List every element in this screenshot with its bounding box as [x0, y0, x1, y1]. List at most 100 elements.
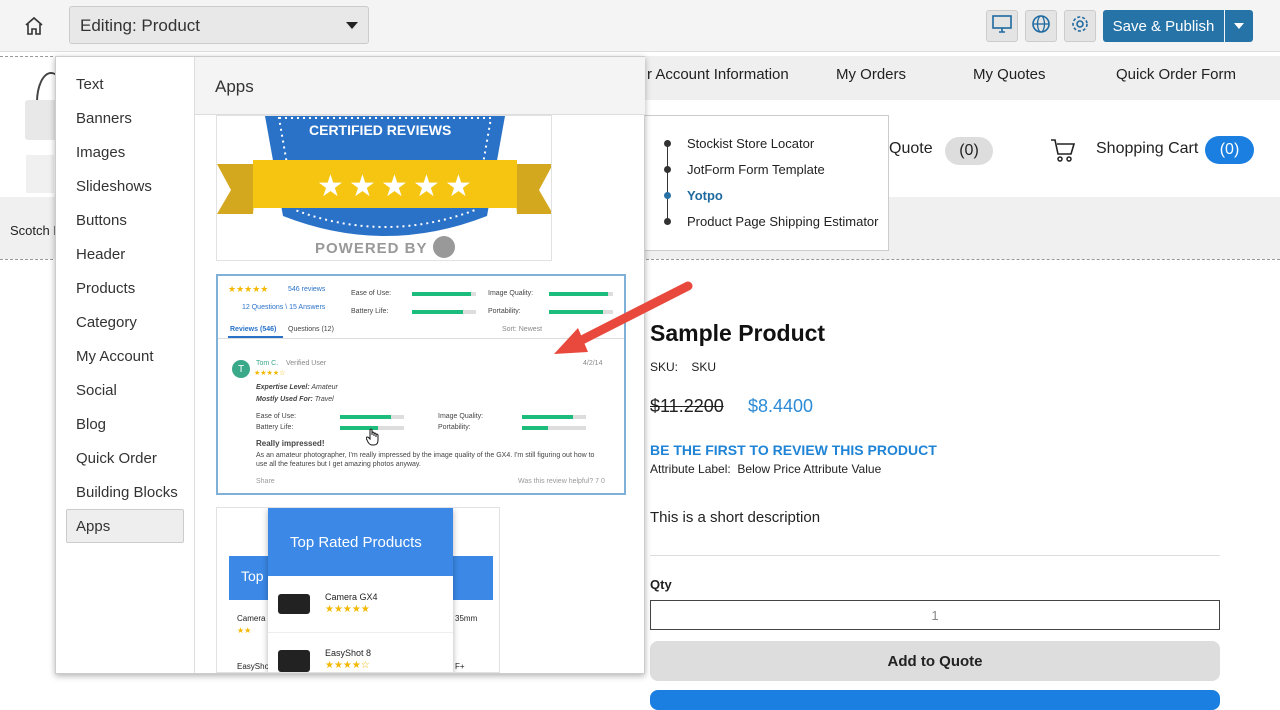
sort-value: Newest — [518, 326, 543, 333]
review-image-quality-label: Image Quality: — [438, 413, 484, 420]
review-ease-label: Ease of Use: — [256, 413, 297, 420]
desktop-view-button[interactable] — [986, 10, 1018, 42]
add-block-button[interactable] — [25, 100, 57, 140]
category-banners[interactable]: Banners — [76, 110, 132, 127]
tab-reviews-label: Reviews — [230, 326, 259, 333]
used-value: Travel — [314, 396, 334, 403]
verified-label: Verified User — [286, 360, 327, 367]
review-body: As an amateur photographer, I'm really i… — [256, 452, 595, 468]
nav-my-orders[interactable]: My Orders — [836, 66, 906, 83]
product-rating: ★★★★★ — [325, 604, 370, 615]
helpful-row: Was this review helpful? 7 0 — [518, 478, 605, 485]
chevron-down-icon — [1234, 23, 1244, 29]
rating-bar — [412, 310, 476, 314]
svg-text:★: ★ — [317, 169, 344, 204]
timeline-dot-active — [664, 192, 671, 199]
helpful-label: Was this review helpful? — [518, 478, 594, 485]
category-text[interactable]: Text — [76, 76, 104, 93]
language-button[interactable] — [1025, 10, 1057, 42]
attribute-row: Attribute Label: Below Price Attribute V… — [650, 462, 881, 476]
timeline-line — [667, 144, 668, 224]
top-rated-title: Top Rated Products — [290, 534, 422, 551]
apps-header: Apps — [195, 57, 645, 115]
attribute-label: Attribute Label: — [650, 462, 731, 476]
category-blog[interactable]: Blog — [76, 416, 106, 433]
category-slideshows[interactable]: Slideshows — [76, 178, 152, 195]
editing-select-label: Editing: Product — [80, 16, 201, 35]
submenu-item-jotform[interactable]: JotForm Form Template — [687, 162, 825, 177]
globe-icon — [1031, 14, 1051, 39]
top-rated-front: Top Rated Products Camera GX4 ★★★★★ Easy… — [268, 508, 453, 672]
divider — [268, 632, 453, 633]
nav-my-quotes[interactable]: My Quotes — [973, 66, 1046, 83]
save-options-button[interactable] — [1225, 10, 1253, 42]
editor-toolbar: Editing: Product Save & Publish — [0, 0, 1280, 52]
nav-account-information[interactable]: r Account Information — [647, 66, 789, 83]
shopping-cart-label[interactable]: Shopping Cart — [1096, 140, 1198, 158]
helpful-yes-count: 7 — [595, 478, 600, 485]
category-buttons[interactable]: Buttons — [76, 212, 127, 229]
review-count: 546 reviews — [288, 286, 326, 293]
category-my-account[interactable]: My Account — [76, 348, 154, 365]
sort-label: Sort: — [502, 326, 517, 333]
sku-value: SKU — [691, 360, 717, 374]
category-images[interactable]: Images — [76, 144, 125, 161]
category-apps[interactable]: Apps — [76, 518, 110, 535]
share-link: Share — [256, 478, 275, 485]
nav-quick-order-form[interactable]: Quick Order Form — [1116, 66, 1236, 83]
submenu-item-stockist[interactable]: Stockist Store Locator — [687, 136, 814, 151]
sale-price: $8.4400 — [748, 396, 814, 416]
add-to-quote-button[interactable]: Add to Quote — [650, 641, 1220, 681]
gear-icon — [1070, 14, 1090, 39]
qty-input[interactable]: 1 — [650, 600, 1220, 630]
product-rating: ★★★★☆ — [325, 660, 370, 671]
powered-by-text: POWERED BY — [315, 240, 428, 257]
rating-bar — [522, 426, 586, 430]
review-battery-label: Battery Life: — [256, 424, 294, 431]
behind-row-stars: ★★ — [237, 626, 252, 635]
review-link[interactable]: BE THE FIRST TO REVIEW THIS PRODUCT — [650, 442, 937, 458]
app-card-top-rated[interactable]: Top Camera ★★ EasyShot 35mm F+ Top Rated… — [216, 507, 500, 673]
helpful-no-count: 0 — [601, 478, 605, 485]
review-stars: ★★★★☆ — [254, 370, 286, 377]
badge-text: CERTIFIED REVIEWS — [309, 122, 452, 138]
review-date: 4/2/14 — [583, 360, 603, 367]
category-category[interactable]: Category — [76, 314, 137, 331]
cart-count-badge[interactable]: (0) — [1205, 136, 1254, 164]
editing-select[interactable]: Editing: Product — [69, 6, 369, 44]
quote-count-badge[interactable]: (0) — [945, 137, 993, 165]
reviewer-avatar: T — [232, 360, 250, 378]
submenu-item-yotpo[interactable]: Yotpo — [687, 188, 723, 203]
desktop-icon — [992, 14, 1012, 38]
behind-title: Top — [241, 568, 264, 584]
ease-label: Ease of Use: — [351, 290, 392, 297]
portability-label: Portability: — [488, 308, 521, 315]
category-header[interactable]: Header — [76, 246, 125, 263]
svg-text:★: ★ — [413, 169, 440, 204]
category-social[interactable]: Social — [76, 382, 117, 399]
apps-submenu: Stockist Store Locator JotForm Form Temp… — [645, 115, 889, 251]
expertise-label: Expertise Level: — [256, 384, 310, 391]
review-portability-label: Portability: — [438, 424, 471, 431]
category-products[interactable]: Products — [76, 280, 135, 297]
rating-bar — [522, 415, 586, 419]
expertise-row: Expertise Level: Amateur — [256, 384, 338, 391]
svg-text:★: ★ — [445, 169, 472, 204]
save-publish-button[interactable]: Save & Publish — [1103, 10, 1224, 42]
settings-button[interactable] — [1064, 10, 1096, 42]
home-icon[interactable] — [22, 14, 46, 38]
category-quick-order[interactable]: Quick Order — [76, 450, 157, 467]
pencil-icon[interactable] — [26, 155, 54, 193]
submenu-item-shipping-estimator[interactable]: Product Page Shipping Estimator — [687, 214, 879, 229]
quote-label[interactable]: Quote — [889, 140, 933, 158]
cart-icon[interactable] — [1049, 136, 1077, 164]
add-to-cart-button[interactable] — [650, 690, 1220, 710]
sku-label: SKU: — [650, 360, 679, 374]
app-card-certified-reviews[interactable]: ★ ★ ★ ★ ★ CERTIFIED REVIEWS POWERED BY — [216, 115, 552, 261]
behind-side-text: 35mm — [455, 614, 478, 623]
category-building-blocks[interactable]: Building Blocks — [76, 484, 178, 501]
tab-reviews: Reviews (546) — [230, 326, 276, 333]
elements-panel: Text Banners Images Slideshows Buttons H… — [55, 56, 645, 674]
attribute-value: Below Price Attribute Value — [737, 462, 882, 476]
tab-questions: Questions (12) — [288, 326, 334, 333]
